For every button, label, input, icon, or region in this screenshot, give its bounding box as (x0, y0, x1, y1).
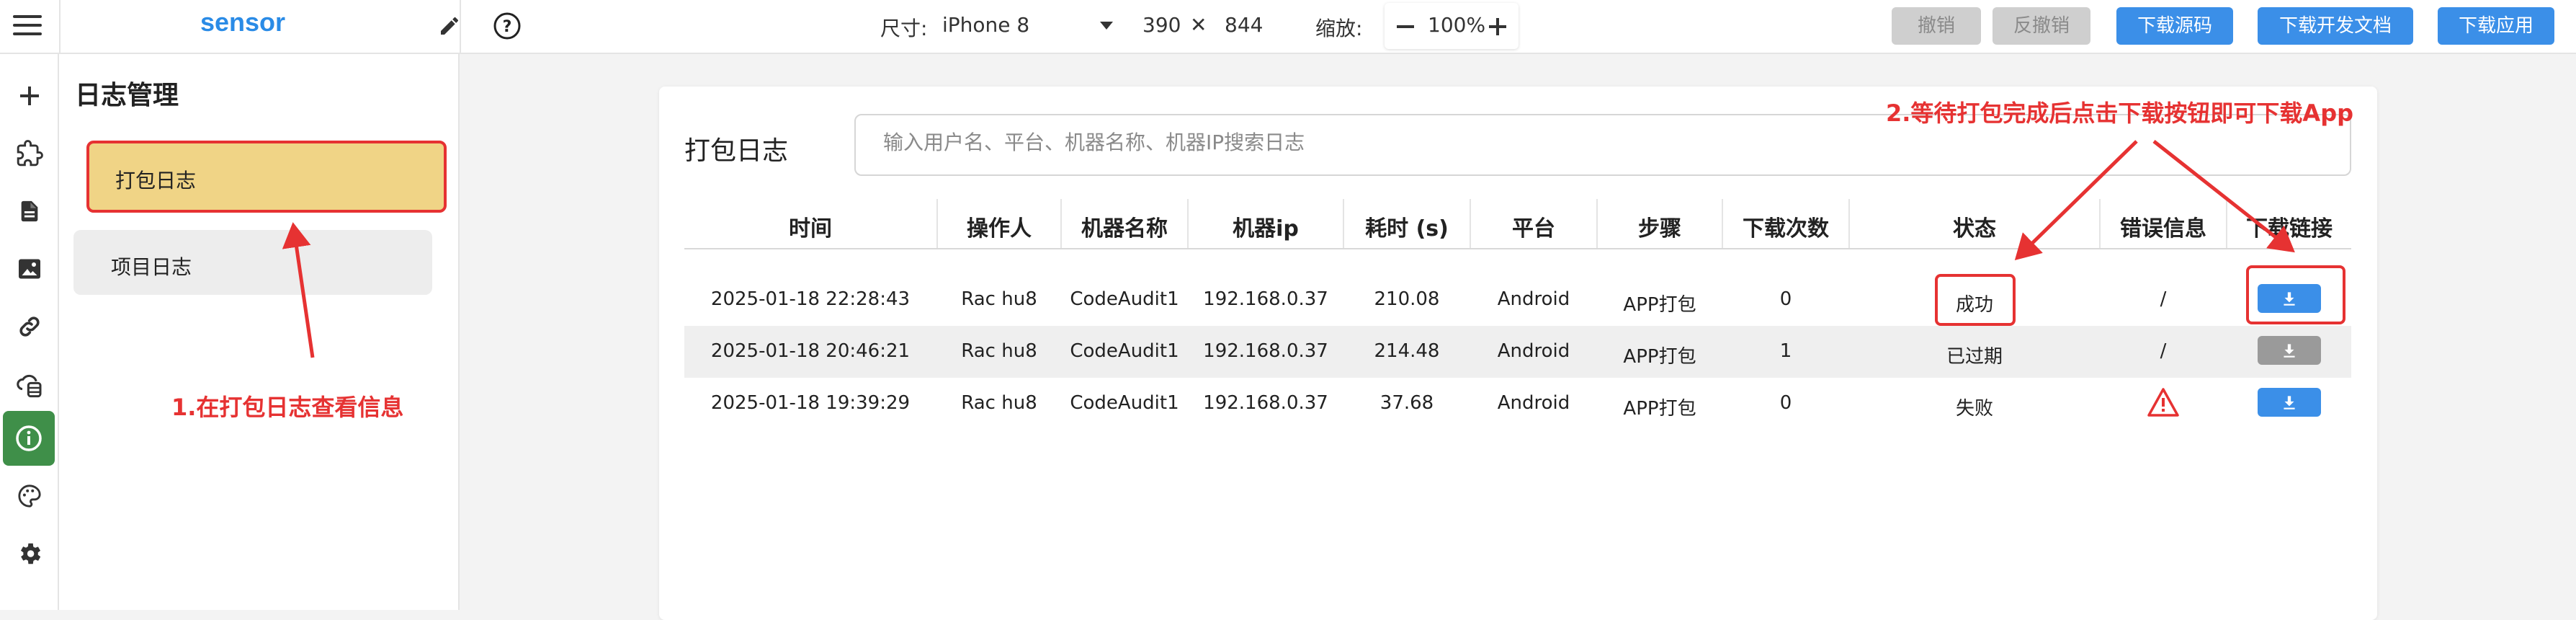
cell-time: 2025-01-18 19:39:29 (710, 392, 911, 414)
cell-step: APP打包 (1623, 398, 1696, 420)
sidebar-item-label: 项目日志 (111, 255, 192, 279)
cell-machine: CodeAudit1 (1070, 392, 1179, 414)
cell-error: / (2160, 288, 2167, 310)
cell-error: / (2160, 340, 2167, 362)
column-header-platform: 平台 (1512, 216, 1555, 242)
status-highlight (1935, 274, 2016, 326)
chevron-down-icon[interactable] (1100, 22, 1113, 30)
times-icon: ✕ (1190, 13, 1207, 37)
column-header-operator: 操作人 (967, 216, 1032, 242)
column-header-duration: 耗时 (s) (1365, 216, 1449, 242)
column-header-error: 错误信息 (2120, 216, 2206, 242)
sidebar: 日志管理 打包日志 项目日志 (59, 54, 460, 610)
palette-icon[interactable] (0, 471, 59, 521)
svg-text:?: ? (503, 18, 512, 36)
width-input[interactable]: 390 (1142, 13, 1181, 37)
download-app-button[interactable]: 下载应用 (2438, 7, 2554, 45)
cell-ip: 192.168.0.37 (1203, 340, 1328, 362)
cell-time: 2025-01-18 20:46:21 (710, 340, 911, 362)
warning-icon[interactable] (2147, 386, 2180, 421)
document-icon[interactable] (0, 186, 59, 236)
column-header-time: 时间 (789, 216, 832, 242)
cell-duration: 214.48 (1374, 340, 1440, 362)
device-select[interactable]: iPhone 8 (942, 13, 1029, 37)
plus-icon[interactable] (1487, 16, 1508, 40)
cell-operator: Rac hu8 (961, 288, 1037, 310)
gear-icon[interactable] (0, 528, 59, 579)
download-source-button[interactable]: 下载源码 (2116, 7, 2233, 45)
annotation-note-2: 2.等待打包完成后点击下载按钮即可下载App (1886, 99, 2354, 127)
download-button[interactable] (2258, 388, 2321, 417)
cell-step: APP打包 (1623, 294, 1696, 316)
sidebar-item-build-log[interactable]: 打包日志 (86, 141, 447, 213)
sidebar-title: 日志管理 (75, 81, 179, 110)
divider (460, 0, 461, 54)
column-header-machine: 机器名称 (1081, 216, 1168, 242)
menu-icon[interactable] (13, 15, 42, 38)
divider (59, 0, 61, 54)
puzzle-icon[interactable] (0, 128, 59, 179)
annotation-note-1: 1.在打包日志查看信息 (171, 394, 404, 421)
cell-operator: Rac hu8 (961, 392, 1037, 414)
column-header-download: 下载链接 (2246, 216, 2333, 242)
header-divider (684, 248, 2351, 249)
status-badge: 失败 (1955, 398, 1993, 420)
plus-icon[interactable] (0, 71, 59, 121)
size-label: 尺寸: (880, 17, 928, 40)
cell-ip: 192.168.0.37 (1203, 392, 1328, 414)
image-icon[interactable] (0, 244, 59, 294)
minus-icon[interactable] (1395, 16, 1416, 40)
page-title: 打包日志 (684, 136, 789, 166)
zoom-value: 100% (1428, 13, 1486, 37)
cell-downloads: 0 (1779, 392, 1792, 414)
status-badge: 已过期 (1946, 346, 2003, 368)
redo-button[interactable]: 反撤销 (1993, 7, 2090, 45)
cell-duration: 37.68 (1379, 392, 1434, 414)
pencil-icon[interactable] (438, 14, 461, 40)
zoom-label: 缩放: (1315, 17, 1363, 40)
cell-ip: 192.168.0.37 (1203, 288, 1328, 310)
column-header-step: 步骤 (1638, 216, 1681, 242)
download-button-disabled (2258, 336, 2321, 365)
search-input[interactable] (882, 130, 2253, 155)
link-icon[interactable] (0, 301, 59, 352)
download-icon (2284, 344, 2295, 358)
help-icon[interactable]: ? (493, 12, 522, 43)
cloud-db-icon[interactable] (0, 359, 59, 409)
cell-step: APP打包 (1623, 346, 1696, 368)
cell-time: 2025-01-18 22:28:43 (710, 288, 911, 310)
cell-platform: Android (1497, 288, 1570, 310)
column-header-downloads: 下载次数 (1743, 216, 1829, 242)
column-header-status: 状态 (1953, 216, 1996, 242)
sidebar-item-project-log[interactable]: 项目日志 (73, 230, 432, 295)
cell-machine: CodeAudit1 (1070, 288, 1179, 310)
undo-button[interactable]: 撤销 (1892, 7, 1981, 45)
download-docs-button[interactable]: 下载开发文档 (2258, 7, 2413, 45)
cell-platform: Android (1497, 392, 1570, 414)
cell-downloads: 0 (1779, 288, 1792, 310)
app-title: sensor (200, 7, 286, 37)
cell-machine: CodeAudit1 (1070, 340, 1179, 362)
cell-platform: Android (1497, 340, 1570, 362)
sidebar-item-label: 打包日志 (115, 169, 197, 192)
cell-downloads: 1 (1779, 340, 1792, 362)
download-icon (2284, 396, 2295, 409)
column-header-ip: 机器ip (1233, 216, 1299, 242)
download-highlight (2246, 265, 2345, 324)
info-icon[interactable] (3, 411, 55, 466)
cell-operator: Rac hu8 (961, 340, 1037, 362)
icon-rail (0, 54, 59, 610)
cell-duration: 210.08 (1374, 288, 1440, 310)
top-bar: sensor ? 尺寸: iPhone 8 390 ✕ 844 缩放: 100%… (0, 0, 2576, 54)
height-input[interactable]: 844 (1225, 13, 1263, 37)
